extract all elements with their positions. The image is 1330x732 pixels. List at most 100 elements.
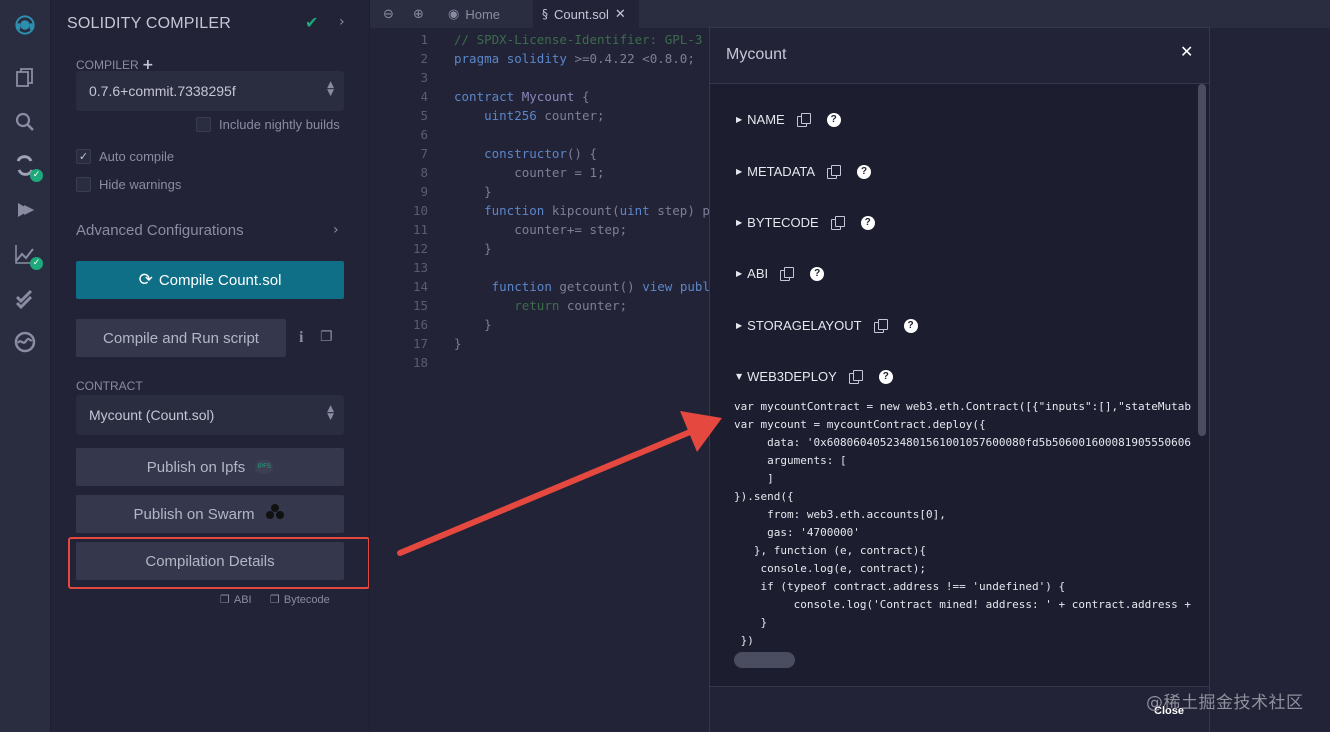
- file-explorer-icon[interactable]: [13, 66, 37, 90]
- line-number: 11: [412, 222, 428, 237]
- contract-select[interactable]: Mycount (Count.sol) ▲ ▼: [76, 395, 344, 435]
- info-icon[interactable]: i: [299, 329, 303, 347]
- section-storagelayout[interactable]: ▶ STORAGELAYOUT?: [736, 318, 918, 333]
- zoom-out-icon[interactable]: ⊖: [383, 7, 394, 22]
- copy-icon[interactable]: ❐: [320, 329, 333, 345]
- copy-icon: ❐: [270, 593, 280, 606]
- close-icon[interactable]: ✕: [1180, 42, 1193, 61]
- publish-ipfs-button[interactable]: Publish on Ipfs IPFS: [76, 448, 344, 486]
- ipfs-icon: IPFS: [255, 460, 274, 474]
- help-icon[interactable]: ?: [903, 318, 918, 333]
- tab-home[interactable]: ◉ Home: [440, 0, 530, 28]
- line-number: 5: [420, 108, 428, 123]
- section-bytecode[interactable]: ▶ BYTECODE?: [736, 215, 875, 230]
- line-number: 13: [412, 260, 428, 275]
- contract-value: Mycount (Count.sol): [89, 407, 215, 423]
- abi-copy-link[interactable]: ❐ ABI: [220, 593, 252, 606]
- contract-label: CONTRACT: [76, 379, 143, 393]
- highlight-box: [68, 537, 370, 589]
- compile-run-script-button[interactable]: Compile and Run script: [76, 319, 286, 357]
- bytecode-copy-link[interactable]: ❐ Bytecode: [270, 593, 330, 606]
- copy-icon[interactable]: [873, 318, 888, 333]
- solidity-compiler-icon[interactable]: ✓: [13, 154, 43, 182]
- section-web3deploy[interactable]: ▼ WEB3DEPLOY?: [736, 369, 893, 384]
- tab-count-sol[interactable]: § Count.sol ✕: [533, 0, 639, 28]
- hide-warnings-label: Hide warnings: [99, 177, 182, 192]
- line-number: 17: [412, 336, 428, 351]
- compiler-version-select[interactable]: 0.7.6+commit.7338295f ▲ ▼: [76, 71, 344, 111]
- compiler-version-value: 0.7.6+commit.7338295f: [89, 83, 236, 99]
- compile-button[interactable]: ⟳ Compile Count.sol: [76, 261, 344, 299]
- copy-icon: ❐: [220, 593, 230, 606]
- section-name[interactable]: ▶ NAME?: [736, 112, 841, 127]
- help-icon[interactable]: ?: [857, 164, 872, 179]
- modal-body: ▶ NAME? ▶ METADATA? ▶ BYTECODE? ▶ ABI? ▶ STORAGEL…: [710, 84, 1209, 686]
- line-number: 18: [412, 355, 428, 370]
- section-abi[interactable]: ▶ ABI?: [736, 266, 825, 281]
- code-line: }: [484, 317, 492, 332]
- horizontal-scrollbar[interactable]: [734, 652, 795, 668]
- modal-title: Mycount: [726, 46, 787, 63]
- hide-warnings-checkbox[interactable]: Hide warnings: [76, 177, 181, 192]
- debugger-icon[interactable]: [13, 330, 37, 354]
- select-arrows-icon: ▲ ▼: [327, 404, 334, 422]
- advanced-configurations-toggle[interactable]: Advanced Configurations: [76, 222, 244, 239]
- chevron-right-icon[interactable]: ›: [333, 222, 339, 238]
- remix-logo-icon[interactable]: [11, 11, 39, 39]
- section-label: BYTECODE: [747, 215, 819, 230]
- checkbox-checked[interactable]: ✓: [76, 149, 91, 164]
- verify-icon[interactable]: [13, 286, 37, 310]
- publish-swarm-button[interactable]: Publish on Swarm: [76, 495, 344, 533]
- code-line: }: [484, 241, 492, 256]
- auto-compile-label: Auto compile: [99, 149, 175, 164]
- auto-compile-checkbox[interactable]: ✓ Auto compile: [76, 149, 174, 164]
- help-icon[interactable]: ?: [810, 266, 825, 281]
- line-number: 4: [420, 89, 428, 104]
- checkbox-box[interactable]: [196, 117, 211, 132]
- copy-icon[interactable]: [848, 369, 863, 384]
- caret-right-icon: ▶: [736, 115, 743, 124]
- help-icon[interactable]: ?: [826, 112, 841, 127]
- deploy-run-icon[interactable]: [13, 198, 37, 222]
- publish-swarm-label: Publish on Swarm: [133, 505, 255, 523]
- compiled-check-icon: ✔: [305, 13, 319, 32]
- help-icon[interactable]: ?: [860, 215, 875, 230]
- include-nightly-label: Include nightly builds: [219, 117, 340, 132]
- code-line: }: [454, 336, 462, 351]
- editor-tabs: ⊖ ⊕ ◉ Home § Count.sol ✕: [370, 0, 1330, 28]
- code-line: }: [484, 184, 492, 199]
- copy-icon[interactable]: [796, 112, 811, 127]
- checkbox-box[interactable]: [76, 177, 91, 192]
- copy-icon[interactable]: [780, 266, 795, 281]
- section-metadata[interactable]: ▶ METADATA?: [736, 164, 872, 179]
- code-line: counter = 1;: [514, 165, 605, 180]
- caret-right-icon: ▶: [736, 321, 743, 330]
- tab-home-label: Home: [465, 6, 501, 22]
- line-number: 9: [420, 184, 428, 199]
- success-check-icon: ✓: [30, 169, 43, 182]
- help-icon[interactable]: ?: [878, 369, 893, 384]
- line-number: 2: [420, 51, 428, 66]
- close-tab-icon[interactable]: ✕: [615, 7, 626, 22]
- line-number: 12: [412, 241, 428, 256]
- line-number: 6: [420, 127, 428, 142]
- remix-home-icon: ◉: [448, 6, 460, 22]
- copy-icon[interactable]: [827, 164, 842, 179]
- zoom-in-icon[interactable]: ⊕: [413, 7, 424, 22]
- include-nightly-checkbox[interactable]: Include nightly builds: [196, 117, 340, 132]
- copy-icon[interactable]: [830, 215, 845, 230]
- line-number: 14: [412, 279, 428, 294]
- code-line: // SPDX-License-Identifier: GPL-3: [454, 32, 703, 47]
- tab-file-label: Count.sol: [554, 6, 609, 22]
- search-icon[interactable]: [13, 110, 37, 134]
- analysis-icon[interactable]: ✓: [13, 242, 43, 270]
- section-label: STORAGELAYOUT: [747, 318, 862, 333]
- compiler-panel: SOLIDITY COMPILER ✔ › COMPILER + 0.7.6+c…: [51, 0, 369, 732]
- refresh-icon: ⟳: [138, 270, 153, 290]
- caret-right-icon: ▶: [736, 167, 743, 176]
- code-line: function kipcount(uint step) p: [484, 203, 710, 218]
- caret-right-icon: ▶: [736, 218, 743, 227]
- vertical-scrollbar[interactable]: [1198, 84, 1206, 436]
- chevron-right-icon[interactable]: ›: [339, 14, 345, 30]
- panel-title: SOLIDITY COMPILER: [67, 15, 232, 32]
